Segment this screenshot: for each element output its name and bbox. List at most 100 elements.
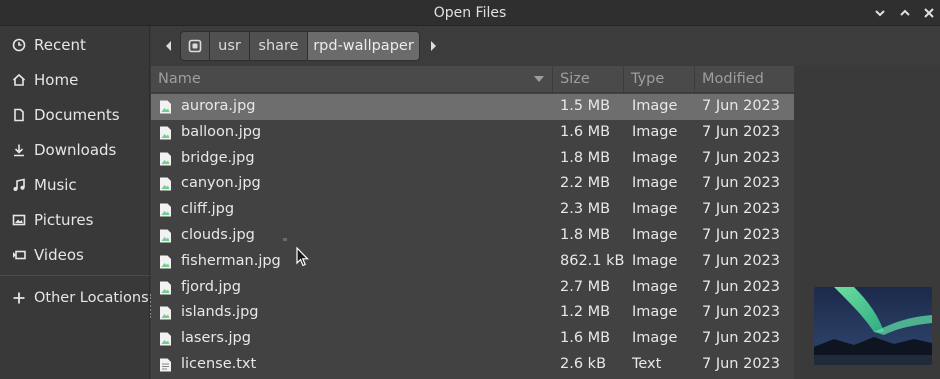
close-button[interactable] (920, 4, 938, 22)
file-list: Name Size Type Modified aurora.jpg 1.5 MB… (151, 66, 794, 379)
file-size: 1.5 MB (560, 98, 611, 114)
column-header-type[interactable]: Type (624, 66, 695, 93)
file-modified: 7 Jun 2023 (702, 356, 781, 372)
sidebar-item-recent[interactable]: Recent (0, 29, 150, 61)
file-size: 1.2 MB (560, 304, 611, 321)
picture-icon (11, 212, 27, 228)
file-modified: 7 Jun 2023 (702, 227, 781, 243)
sidebar-item-label: Home (34, 71, 79, 89)
mouse-cursor-icon (296, 247, 309, 267)
file-size: 2.2 MB (560, 175, 611, 192)
file-type: Image (632, 330, 678, 347)
file-type: Text (632, 356, 662, 372)
file-row[interactable]: cliff.jpg 2.3 MB Image 7 Jun 2023 (151, 197, 794, 223)
file-size: 2.7 MB (560, 278, 611, 295)
image-file-icon (159, 177, 173, 191)
column-headers: Name Size Type Modified (151, 66, 794, 93)
column-header-modified[interactable]: Modified (695, 66, 794, 93)
file-name: clouds.jpg (181, 227, 255, 243)
video-icon (11, 247, 27, 263)
file-name: bridge.jpg (181, 149, 255, 166)
chevron-up-icon (900, 9, 910, 16)
path-segment-rpd-wallpaper[interactable]: rpd-wallpaper (307, 31, 420, 61)
file-type: Image (632, 304, 678, 321)
file-type: Image (632, 201, 678, 218)
file-name: canyon.jpg (181, 175, 261, 192)
path-scroll-right-button[interactable] (422, 31, 444, 61)
file-type: Image (632, 278, 678, 295)
sidebar-divider (0, 275, 150, 276)
file-type: Image (632, 175, 678, 192)
image-file-icon (159, 203, 173, 217)
file-type: Image (632, 123, 678, 140)
sidebar-item-pictures[interactable]: Pictures (0, 204, 150, 236)
column-header-size[interactable]: Size (553, 66, 624, 93)
sidebar-item-label: Videos (34, 246, 84, 264)
sidebar-item-label: Music (34, 176, 77, 194)
file-modified: 7 Jun 2023 (702, 278, 781, 295)
file-row[interactable]: balloon.jpg 1.6 MB Image 7 Jun 2023 (151, 120, 794, 146)
file-name: license.txt (181, 356, 257, 372)
aurora-preview-image (814, 287, 932, 365)
file-row[interactable]: lasers.jpg 1.6 MB Image 7 Jun 2023 (151, 326, 794, 352)
sidebar-item-label: Recent (34, 36, 86, 54)
chevron-left-icon (166, 41, 171, 51)
file-row[interactable]: clouds.jpg 1.8 MB Image 7 Jun 2023 (151, 223, 794, 249)
file-modified: 7 Jun 2023 (702, 201, 781, 218)
file-name: lasers.jpg (181, 330, 251, 347)
image-file-icon (159, 255, 173, 269)
file-name: aurora.jpg (181, 98, 256, 114)
path-segment-usr[interactable]: usr (209, 31, 250, 61)
chevron-right-icon (431, 41, 436, 51)
minimize-button[interactable] (871, 4, 889, 22)
image-file-icon (159, 306, 173, 320)
close-icon (924, 8, 934, 18)
text-file-icon (159, 358, 173, 372)
home-icon (11, 72, 27, 88)
path-root-button[interactable] (180, 31, 210, 61)
sidebar-item-home[interactable]: Home (0, 64, 150, 96)
path-segment-share[interactable]: share (249, 31, 308, 61)
column-header-name[interactable]: Name (151, 66, 553, 93)
sidebar-item-other-locations[interactable]: Other Locations (0, 282, 150, 314)
file-row[interactable]: license.txt 2.6 kB Text 7 Jun 2023 (151, 352, 794, 378)
file-row[interactable]: fisherman.jpg 862.1 kB Image 7 Jun 2023 (151, 249, 794, 275)
file-modified: 7 Jun 2023 (702, 175, 781, 192)
image-file-icon (159, 100, 173, 114)
file-size: 2.3 MB (560, 201, 611, 218)
places-sidebar: Recent Home Documents Downloads Music Pi… (0, 26, 150, 379)
path-scroll-left-button[interactable] (158, 31, 180, 61)
file-row[interactable]: fjord.jpg 2.7 MB Image 7 Jun 2023 (151, 275, 794, 301)
file-row[interactable]: bridge.jpg 1.8 MB Image 7 Jun 2023 (151, 146, 794, 172)
image-preview (814, 287, 932, 365)
file-row[interactable]: islands.jpg 1.2 MB Image 7 Jun 2023 (151, 300, 794, 326)
file-modified: 7 Jun 2023 (702, 123, 781, 140)
maximize-button[interactable] (896, 4, 914, 22)
sidebar-item-music[interactable]: Music (0, 169, 150, 201)
sort-descending-icon (534, 76, 544, 82)
file-size: 2.6 kB (560, 356, 607, 372)
music-icon (11, 177, 27, 193)
file-name: islands.jpg (181, 304, 259, 321)
image-file-icon (159, 281, 173, 295)
sidebar-item-documents[interactable]: Documents (0, 99, 150, 131)
image-file-icon (159, 126, 173, 140)
path-bar: usr share rpd-wallpaper (159, 31, 444, 61)
file-type: Image (632, 149, 678, 166)
title-bar: Open Files (0, 0, 940, 26)
file-modified: 7 Jun 2023 (702, 304, 781, 321)
sidebar-item-videos[interactable]: Videos (0, 239, 150, 271)
file-row[interactable]: canyon.jpg 2.2 MB Image 7 Jun 2023 (151, 171, 794, 197)
sidebar-item-downloads[interactable]: Downloads (0, 134, 150, 166)
file-modified: 7 Jun 2023 (702, 149, 781, 166)
file-name: cliff.jpg (181, 201, 235, 218)
image-file-icon (159, 229, 173, 243)
file-size: 1.8 MB (560, 149, 611, 166)
file-type: Image (632, 227, 678, 243)
sidebar-item-label: Other Locations (34, 290, 149, 306)
file-name: fjord.jpg (181, 278, 241, 295)
file-size: 862.1 kB (560, 252, 625, 269)
window-title: Open Files (433, 5, 507, 21)
file-row[interactable]: aurora.jpg 1.5 MB Image 7 Jun 2023 (151, 94, 794, 120)
file-modified: 7 Jun 2023 (702, 98, 781, 114)
